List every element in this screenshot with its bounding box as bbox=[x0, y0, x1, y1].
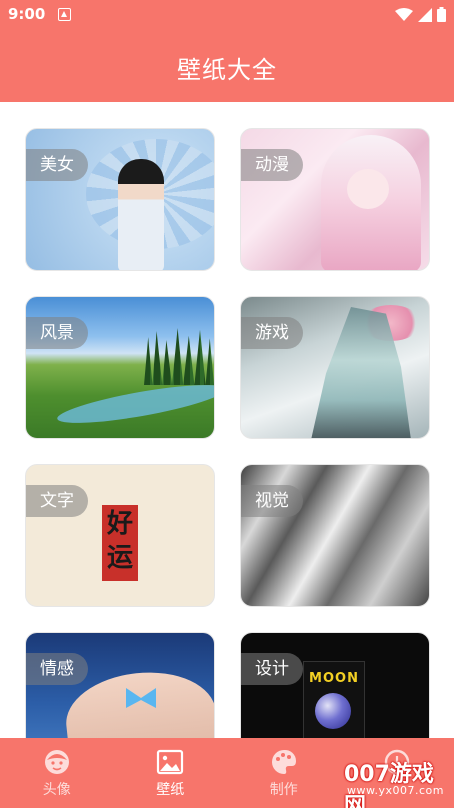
wifi-icon bbox=[395, 7, 413, 21]
nav-label: 壁纸 bbox=[156, 782, 185, 798]
category-card-game[interactable]: 游戏 bbox=[240, 296, 430, 439]
image-icon bbox=[157, 749, 184, 775]
category-label: 文字 bbox=[26, 485, 88, 517]
face-icon bbox=[44, 750, 69, 774]
category-label: 风景 bbox=[26, 317, 88, 349]
nav-item-create[interactable]: 制作 bbox=[227, 738, 341, 808]
nav-label: 制作 bbox=[269, 782, 298, 798]
category-label: 动漫 bbox=[241, 149, 303, 181]
woman-figure-art bbox=[118, 159, 164, 270]
nav-item-avatar[interactable]: 头像 bbox=[0, 738, 114, 808]
river-art bbox=[55, 377, 214, 431]
category-grid: 美女 动漫 风景 游戏 好运 文字 视觉 情感 MOON 设计 bbox=[0, 102, 454, 738]
notification-app-icon bbox=[58, 8, 71, 21]
trees-art bbox=[144, 328, 214, 385]
palette-icon bbox=[271, 749, 296, 774]
calligraphy-text: 好运 bbox=[106, 509, 133, 573]
category-label: 设计 bbox=[241, 653, 303, 685]
category-card-design[interactable]: MOON 设计 bbox=[240, 632, 430, 738]
category-card-beauty[interactable]: 美女 bbox=[25, 128, 215, 271]
watermark: 007游戏网 www.yx007.com bbox=[344, 756, 448, 808]
category-card-text[interactable]: 好运 文字 bbox=[25, 464, 215, 607]
nav-label: 头像 bbox=[42, 782, 71, 798]
status-icons bbox=[395, 7, 446, 22]
moon-art bbox=[315, 693, 351, 729]
anime-face-art bbox=[347, 169, 389, 209]
category-card-anime[interactable]: 动漫 bbox=[240, 128, 430, 271]
watermark-title: 007游戏网 bbox=[344, 762, 434, 808]
nav-item-wallpaper[interactable]: 壁纸 bbox=[114, 738, 228, 808]
category-label: 情感 bbox=[26, 653, 88, 685]
status-time: 9:00 bbox=[8, 5, 46, 23]
category-label: 视觉 bbox=[241, 485, 303, 517]
category-card-scenery[interactable]: 风景 bbox=[25, 296, 215, 439]
app-header: 壁纸大全 bbox=[0, 30, 454, 102]
battery-icon bbox=[437, 7, 446, 22]
page-title: 壁纸大全 bbox=[177, 56, 277, 84]
category-card-visual[interactable]: 视觉 bbox=[240, 464, 430, 607]
category-label: 美女 bbox=[26, 149, 88, 181]
category-card-emotion[interactable]: 情感 bbox=[25, 632, 215, 738]
poster-title: MOON bbox=[309, 671, 359, 686]
watermark-url: www.yx007.com bbox=[347, 784, 444, 797]
status-bar: 9:00 bbox=[0, 0, 454, 30]
signal-icon bbox=[418, 7, 432, 22]
category-label: 游戏 bbox=[241, 317, 303, 349]
